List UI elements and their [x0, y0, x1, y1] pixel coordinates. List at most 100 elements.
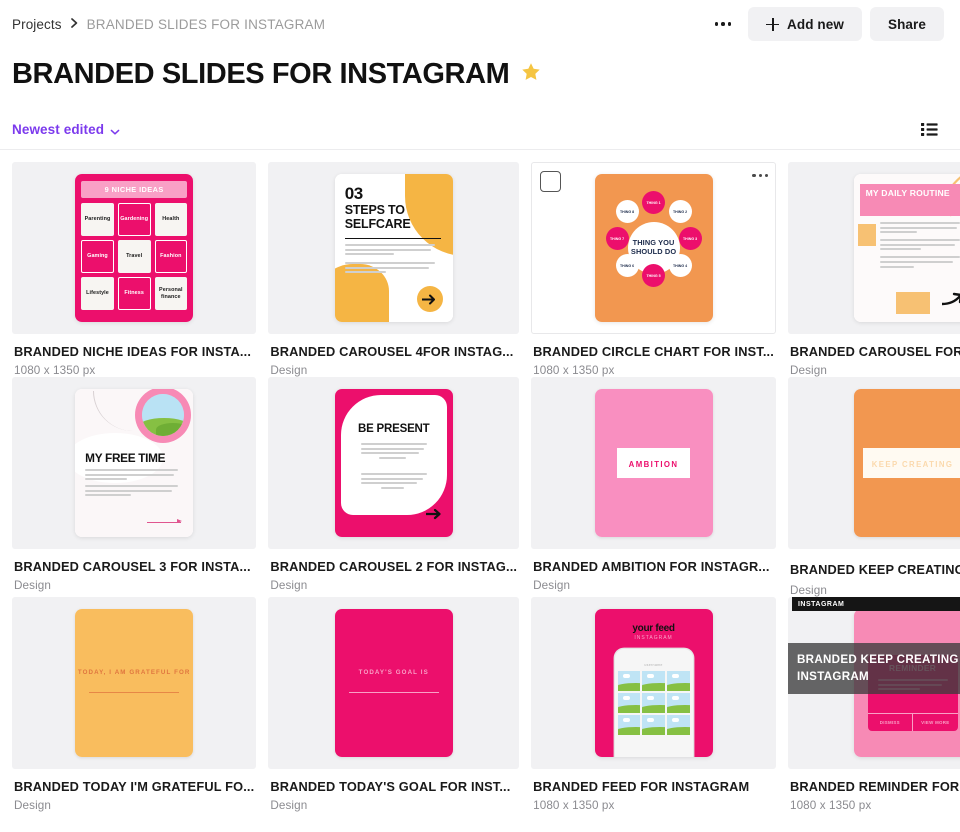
dot-icon [714, 22, 719, 26]
phone-mockup: username [614, 649, 693, 757]
decorative-shape [895, 292, 930, 314]
thumbnail-art-daily-routine: MY DAILY ROUTINE [853, 174, 960, 322]
free-time-heading: MY FREE TIME [85, 451, 166, 465]
card-item[interactable]: KEEP CREATING BRANDED KEEP CREATING FOR … [786, 377, 960, 597]
card-item[interactable]: TODAY'S GOAL IS BRANDED TODAY'S GOAL FOR… [266, 597, 521, 812]
card-meta: BRANDED CAROUSEL 3 FOR INSTA... Design [12, 549, 256, 592]
niche-cell: Fitness [117, 277, 151, 310]
card-subtitle: 1080 x 1350 px [789, 799, 872, 812]
dot-icon [758, 174, 762, 178]
top-bar-actions: Add new Share [706, 7, 944, 41]
card-title: BRANDED CAROUSEL 3 FOR INSTA... [14, 559, 251, 574]
card-subtitle: Design [270, 579, 308, 592]
card-thumbnail[interactable]: TODAY, I AM GRATEFUL FOR [12, 597, 257, 769]
write-line [89, 692, 180, 694]
card-subtitle: Design [533, 579, 571, 592]
chevron-down-icon [110, 125, 120, 135]
star-icon[interactable] [520, 61, 542, 88]
sort-label: Newest edited [12, 122, 105, 137]
card-item[interactable]: MY DAILY ROUTINE BRANDED CAROUSEL FOR De… [786, 162, 960, 377]
arrow-right-icon [147, 518, 183, 525]
thumbnail-art-ambition: AMBITION [594, 389, 713, 537]
niche-heading: 9 NICHE IDEAS [81, 181, 188, 198]
keep-creating-label-box: KEEP CREATING [862, 448, 960, 478]
add-new-label: Add new [787, 16, 844, 32]
card-thumbnail[interactable]: INSTAGRAM REMINDER DISMISS VIEW MORE [787, 597, 960, 769]
decorative-shape [857, 224, 876, 246]
card-subtitle: Design [270, 799, 308, 812]
card-item[interactable]: BE PRESENT BRANDED CAROUSEL 2 FOR INSTAG… [266, 377, 521, 597]
card-thumbnail[interactable]: TODAY'S GOAL IS [268, 597, 520, 769]
card-thumbnail[interactable]: 9 NICHE IDEAS Parenting Gardening Health… [12, 162, 257, 334]
phone-feed-grid [617, 671, 690, 735]
write-line [348, 692, 439, 694]
card-subtitle: 1080 x 1350 px [533, 799, 615, 812]
title-row: BRANDED SLIDES FOR INSTAGRAM [0, 48, 960, 94]
body-placeholder-lines [360, 443, 427, 461]
card-thumbnail[interactable]: KEEP CREATING [787, 377, 960, 549]
card-item[interactable]: 03 STEPS TO SELFCARE BRANDED CAROUSEL 4F… [266, 162, 521, 377]
top-bar: Projects BRANDED SLIDES FOR INSTAGRAM Ad… [0, 0, 960, 48]
breadcrumb-separator-icon [70, 17, 78, 31]
card-thumbnail[interactable]: 03 STEPS TO SELFCARE [268, 162, 520, 334]
niche-cell: Gaming [81, 240, 114, 273]
thumbnail-art-circle-chart: THING YOU SHOULD DO THING 1 THING 2 THIN… [594, 174, 713, 322]
reminder-button[interactable]: VIEW MORE [913, 714, 958, 731]
card-thumbnail[interactable]: THING YOU SHOULD DO THING 1 THING 2 THIN… [531, 162, 776, 334]
body-placeholder-lines [85, 469, 181, 499]
card-subtitle: Design [789, 364, 827, 377]
be-present-heading: BE PRESENT [357, 423, 430, 435]
card-thumbnail[interactable]: MY DAILY ROUTINE [787, 162, 960, 334]
dot-icon [721, 22, 725, 26]
card-item[interactable]: THING YOU SHOULD DO THING 1 THING 2 THIN… [529, 162, 778, 377]
card-more-options-button[interactable] [752, 174, 768, 178]
feed-cell [617, 671, 641, 691]
card-thumbnail[interactable]: MY FREE TIME [12, 377, 257, 549]
card-thumbnail[interactable]: AMBITION [531, 377, 776, 549]
phone-username: username [644, 663, 663, 667]
card-item[interactable]: TODAY, I AM GRATEFUL FOR BRANDED TODAY I… [10, 597, 258, 812]
card-item[interactable]: your feed INSTAGRAM username BRANDED FEE… [529, 597, 778, 812]
add-new-button[interactable]: Add new [748, 7, 862, 41]
thumbnail-art-be-present: BE PRESENT [334, 389, 453, 537]
card-meta: BRANDED NICHE IDEAS FOR INSTA... 1080 x … [12, 334, 256, 377]
thumbnail-art-keep-creating: KEEP CREATING [853, 389, 960, 537]
card-thumbnail[interactable]: your feed INSTAGRAM username [531, 597, 776, 769]
reminder-button[interactable]: DISMISS [868, 714, 914, 731]
card-title: BRANDED CAROUSEL 2 FOR INSTAG... [270, 559, 518, 574]
share-button[interactable]: Share [869, 7, 944, 41]
card-thumbnail[interactable]: BE PRESENT [268, 377, 520, 549]
circle-chart-node: THING 7 [605, 227, 629, 250]
circle-chart-node: THING 8 [615, 200, 639, 223]
ambition-heading: AMBITION [628, 460, 679, 469]
feed-cell [617, 715, 641, 735]
card-item[interactable]: MY FREE TIME BRANDED CAROUSEL 3 FOR INST… [10, 377, 258, 597]
breadcrumb-root[interactable]: Projects [12, 17, 62, 32]
thumbnail-art-niche-ideas: 9 NICHE IDEAS Parenting Gardening Health… [75, 174, 194, 322]
card-meta: BRANDED REMINDER FOR INSTAGR... 1080 x 1… [788, 769, 960, 812]
feed-subheading: INSTAGRAM [634, 635, 673, 641]
circle-chart-node: THING 4 [668, 254, 692, 277]
circle-chart-node: THING 3 [678, 227, 702, 250]
card-select-checkbox[interactable] [540, 171, 562, 192]
breadcrumb: Projects BRANDED SLIDES FOR INSTAGRAM [12, 17, 325, 32]
niche-cell: Health [154, 203, 188, 236]
card-title: BRANDED KEEP CREATING FOR ... [789, 561, 960, 577]
dot-icon [764, 174, 768, 178]
card-item[interactable]: AMBITION BRANDED AMBITION FOR INSTAGR...… [529, 377, 778, 597]
card-subtitle: Design [14, 799, 51, 812]
circle-chart-node: THING 5 [642, 264, 666, 287]
sort-dropdown[interactable]: Newest edited [12, 122, 120, 137]
more-options-button[interactable] [706, 9, 740, 39]
hover-tooltip: BRANDED KEEP CREATING FOR INSTAGRAM [787, 643, 960, 694]
circle-chart-node: THING 6 [615, 254, 639, 277]
card-item[interactable]: 9 NICHE IDEAS Parenting Gardening Health… [10, 162, 258, 377]
thumbnail-art-todays-goal: TODAY'S GOAL IS [334, 609, 453, 757]
card-subtitle: 1080 x 1350 px [533, 364, 615, 377]
card-item[interactable]: INSTAGRAM REMINDER DISMISS VIEW MORE [786, 597, 960, 812]
card-title: BRANDED NICHE IDEAS FOR INSTA... [14, 344, 252, 359]
selfcare-heading: STEPS TO SELFCARE [344, 203, 411, 231]
body-placeholder-lines [360, 473, 427, 491]
thumbnail-art-selfcare: 03 STEPS TO SELFCARE [334, 174, 453, 322]
list-view-toggle[interactable] [914, 117, 944, 143]
